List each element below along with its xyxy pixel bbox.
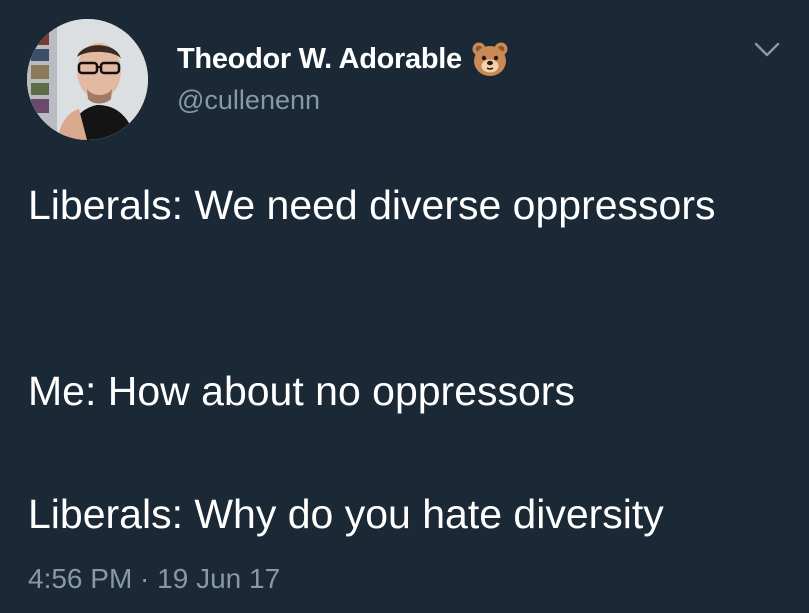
display-name[interactable]: Theodor W. Adorable — [177, 43, 462, 76]
bear-face-icon — [472, 42, 508, 76]
tweet-timestamp[interactable]: 4:56 PM · 19 Jun 17 — [28, 563, 280, 595]
display-name-row[interactable]: Theodor W. Adorable — [177, 38, 509, 80]
tweet-card: Theodor W. Adorable @cullenenn Liberals:… — [0, 0, 809, 613]
user-handle[interactable]: @cullenenn — [177, 85, 320, 116]
chevron-down-icon[interactable] — [752, 40, 782, 60]
tweet-text: Liberals: We need diverse oppressors Me:… — [28, 176, 798, 537]
avatar[interactable] — [27, 19, 148, 140]
avatar-photo — [27, 19, 148, 140]
tweet-paragraph: Liberals: We need diverse oppressors — [28, 182, 716, 228]
tweet-paragraph: Liberals: Why do you hate diversity — [28, 491, 664, 537]
tweet-paragraph: Me: How about no oppressors — [28, 368, 575, 414]
